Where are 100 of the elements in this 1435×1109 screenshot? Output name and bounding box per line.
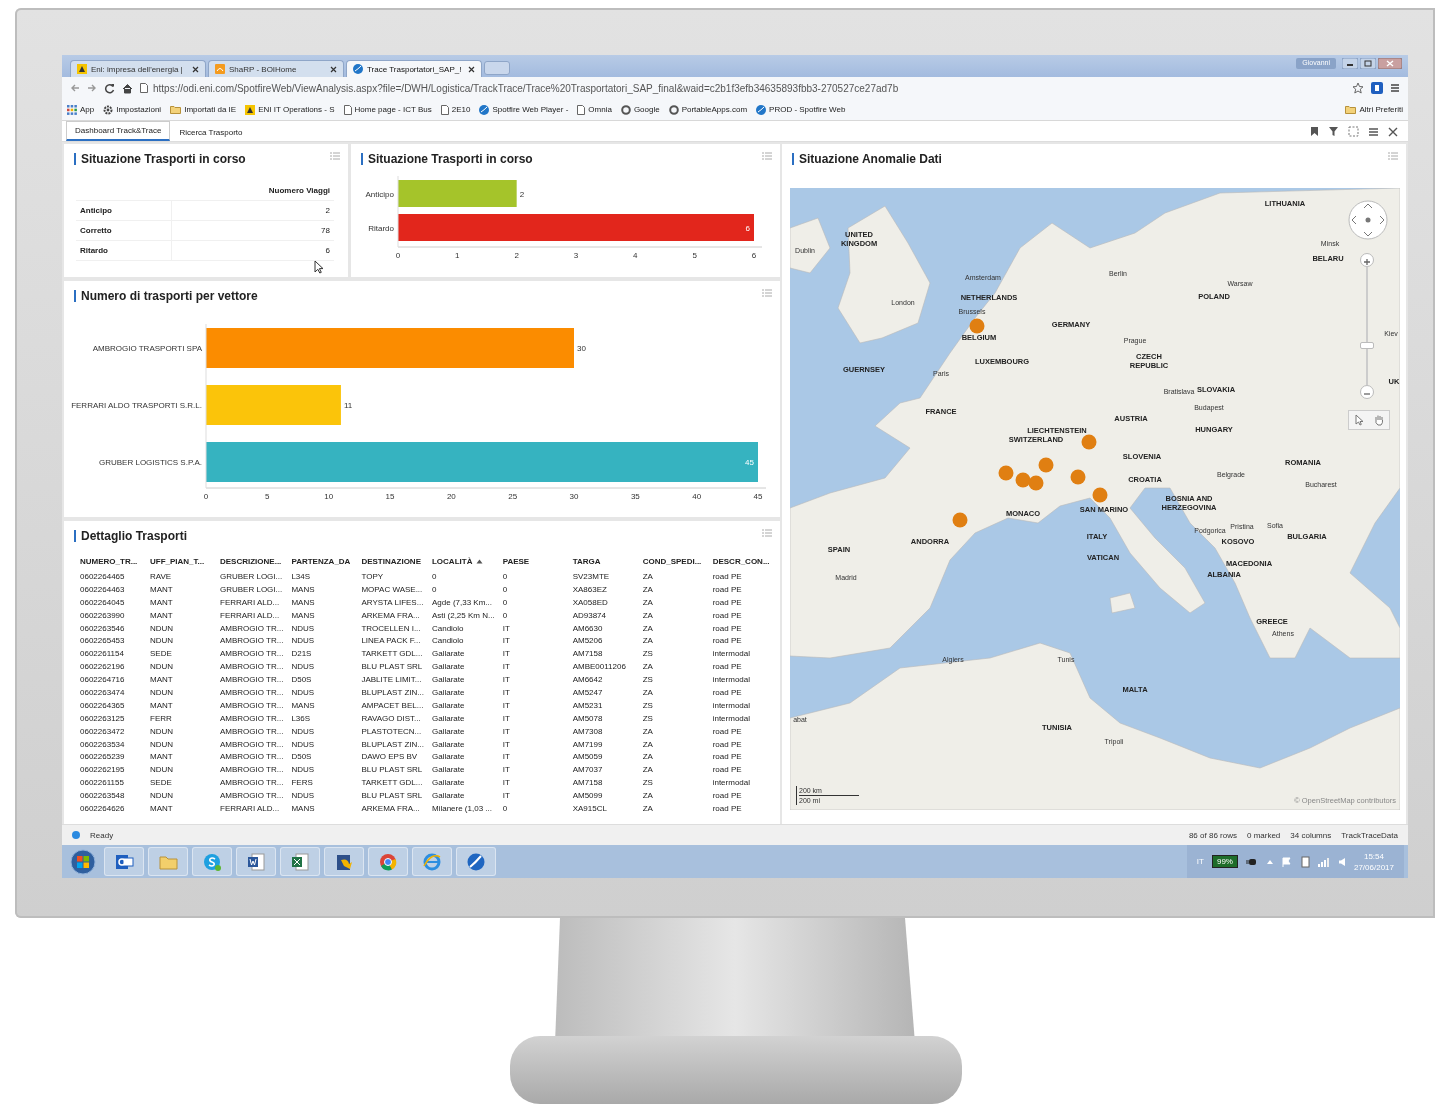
list-icon[interactable] <box>762 529 772 537</box>
status-info: 86 of 86 rows <box>1188 830 1237 840</box>
table-cell-text: Gallarate <box>430 661 466 674</box>
browser-tab[interactable]: Eni: impresa dell'energia | <box>70 60 206 77</box>
table-cell-text: AM7158 <box>571 777 604 790</box>
bookmark-link[interactable]: PROD - Spotfire Web <box>769 105 846 114</box>
list-icon[interactable] <box>762 289 772 297</box>
bookmark-folder[interactable]: Altri Preferiti <box>1359 105 1403 114</box>
back-icon[interactable] <box>70 83 80 93</box>
speaker-icon[interactable] <box>1337 856 1346 867</box>
table-cell-text: ZA <box>641 583 654 596</box>
table-cell-text: IT <box>501 764 511 777</box>
table-cell-text: intermodal <box>711 699 751 712</box>
taskbar-button[interactable] <box>280 847 320 876</box>
bookmark-link[interactable]: App <box>80 105 95 114</box>
pointer-icon <box>1354 414 1364 426</box>
filter-icon[interactable] <box>1328 126 1339 137</box>
table-cell-text: 0602263990 <box>79 609 126 622</box>
bookmark-link[interactable]: Home page - ICT Bus <box>354 105 432 114</box>
star-icon[interactable] <box>1352 82 1364 94</box>
taskbar-button[interactable] <box>456 847 496 876</box>
table-cell-text: 0602263546 <box>79 622 126 635</box>
minimize-button[interactable] <box>1342 58 1358 69</box>
forward-icon[interactable] <box>87 83 97 93</box>
power-plug-icon[interactable] <box>1245 857 1258 866</box>
selection-icon[interactable] <box>1348 126 1359 137</box>
home-icon[interactable] <box>122 82 133 94</box>
bookmark-link[interactable]: PortableApps.com <box>681 105 748 114</box>
table-cell-text: AMBROGIO TR... <box>219 686 285 699</box>
ring-icon <box>668 104 679 115</box>
column-header[interactable]: TARGA <box>568 552 639 570</box>
bookmark-link[interactable]: ENI IT Operations - S <box>258 105 335 114</box>
table-cell-text: AM5231 <box>571 699 604 712</box>
close-window-button[interactable] <box>1378 58 1402 69</box>
bookmark-link[interactable]: Importati da IE <box>184 105 237 114</box>
table-cell-text: MANT <box>149 699 174 712</box>
page-icon <box>140 83 148 93</box>
list-icon[interactable] <box>330 152 340 160</box>
page-tab[interactable]: Ricerca Trasporto <box>170 123 252 141</box>
table-cell-text: D50S <box>290 674 313 686</box>
list-icon[interactable] <box>1388 152 1398 160</box>
bookmark-icon[interactable] <box>1310 126 1319 137</box>
close-icon[interactable] <box>192 65 199 73</box>
battery-indicator[interactable]: 99% <box>1211 855 1238 868</box>
taskbar-button[interactable] <box>324 847 364 876</box>
taskbar-button[interactable] <box>236 847 276 876</box>
tile-icon <box>215 64 225 74</box>
chat-app-icon <box>202 851 222 872</box>
column-header[interactable]: PAESE <box>498 552 569 570</box>
tick-label: 3 <box>573 251 579 260</box>
new-tab-button[interactable] <box>484 61 510 75</box>
reload-icon[interactable] <box>104 82 115 94</box>
column-header[interactable]: NUMERO_TR... <box>76 552 146 570</box>
table-cell-text: ZS <box>641 699 654 712</box>
taskbar-button[interactable] <box>368 847 408 876</box>
table-cell-text: L36S <box>290 712 312 725</box>
table-cell-text: ZA <box>641 738 654 751</box>
tick-label: 5 <box>692 251 697 260</box>
table-cell-text: NDUS <box>290 738 316 751</box>
tick-label: 10 <box>324 492 334 501</box>
signal-bars-icon[interactable] <box>1317 856 1330 867</box>
close-icon[interactable] <box>468 65 475 73</box>
bookmark-link[interactable]: Google <box>633 105 660 114</box>
browser-tab[interactable]: Trace Trasportatori_SAP_! <box>346 60 482 77</box>
caret-icon[interactable] <box>1265 858 1274 865</box>
taskbar-button[interactable] <box>104 847 144 876</box>
column-header[interactable]: DESCR_CON... <box>708 552 779 570</box>
table-cell-text: LINEA PACK F... <box>360 635 422 648</box>
table-cell-text: AMBE0011206 <box>571 661 627 674</box>
column-header[interactable]: DESCRIZIONE... <box>216 552 288 570</box>
bookmark-link[interactable]: Omnia <box>588 105 612 114</box>
table-cell-text: NDUN <box>149 686 175 699</box>
bookmark-link[interactable]: 2E10 <box>451 105 471 114</box>
browser-icon <box>422 851 442 872</box>
column-header[interactable]: DESTINAZIONE <box>357 552 428 570</box>
table-cell-text: MANT <box>149 751 174 764</box>
column-header[interactable]: PARTENZA_DA <box>287 552 358 570</box>
browser-tab[interactable]: ShaRP - BOIHome <box>208 60 344 77</box>
close-icon[interactable] <box>330 65 337 73</box>
extension-icon[interactable] <box>1371 82 1383 94</box>
table-cell-text: 0602264365 <box>79 699 126 712</box>
column-header[interactable]: LOCALITÀ <box>427 552 499 570</box>
bookmark-link[interactable]: Spotfire Web Player - <box>492 105 569 114</box>
table-cell-text: 0602263125 <box>79 712 126 725</box>
column-header[interactable]: UFF_PIAN_T... <box>146 552 216 570</box>
table-cell-text: ARKEMA FRA... <box>360 609 421 622</box>
device-icon[interactable] <box>1299 855 1310 868</box>
table-cell-text: intermodal <box>711 648 751 661</box>
flag-icon[interactable] <box>1281 856 1292 867</box>
bookmark-link[interactable]: Impostazioni <box>116 105 162 114</box>
table-cell-text: road PE <box>711 751 743 764</box>
pan-control-icon[interactable] <box>1348 200 1388 240</box>
menu-icon[interactable] <box>1368 126 1379 137</box>
menu-icon[interactable] <box>1390 83 1400 93</box>
column-header[interactable]: COND_SPEDI... <box>638 552 709 570</box>
table-cell-text: RAVAGO DIST... <box>360 712 422 725</box>
close-icon[interactable] <box>1388 126 1398 137</box>
browser-icon <box>378 851 398 872</box>
page-tab[interactable]: Dashboard Track&Trace <box>66 121 171 141</box>
list-icon[interactable] <box>762 152 772 160</box>
